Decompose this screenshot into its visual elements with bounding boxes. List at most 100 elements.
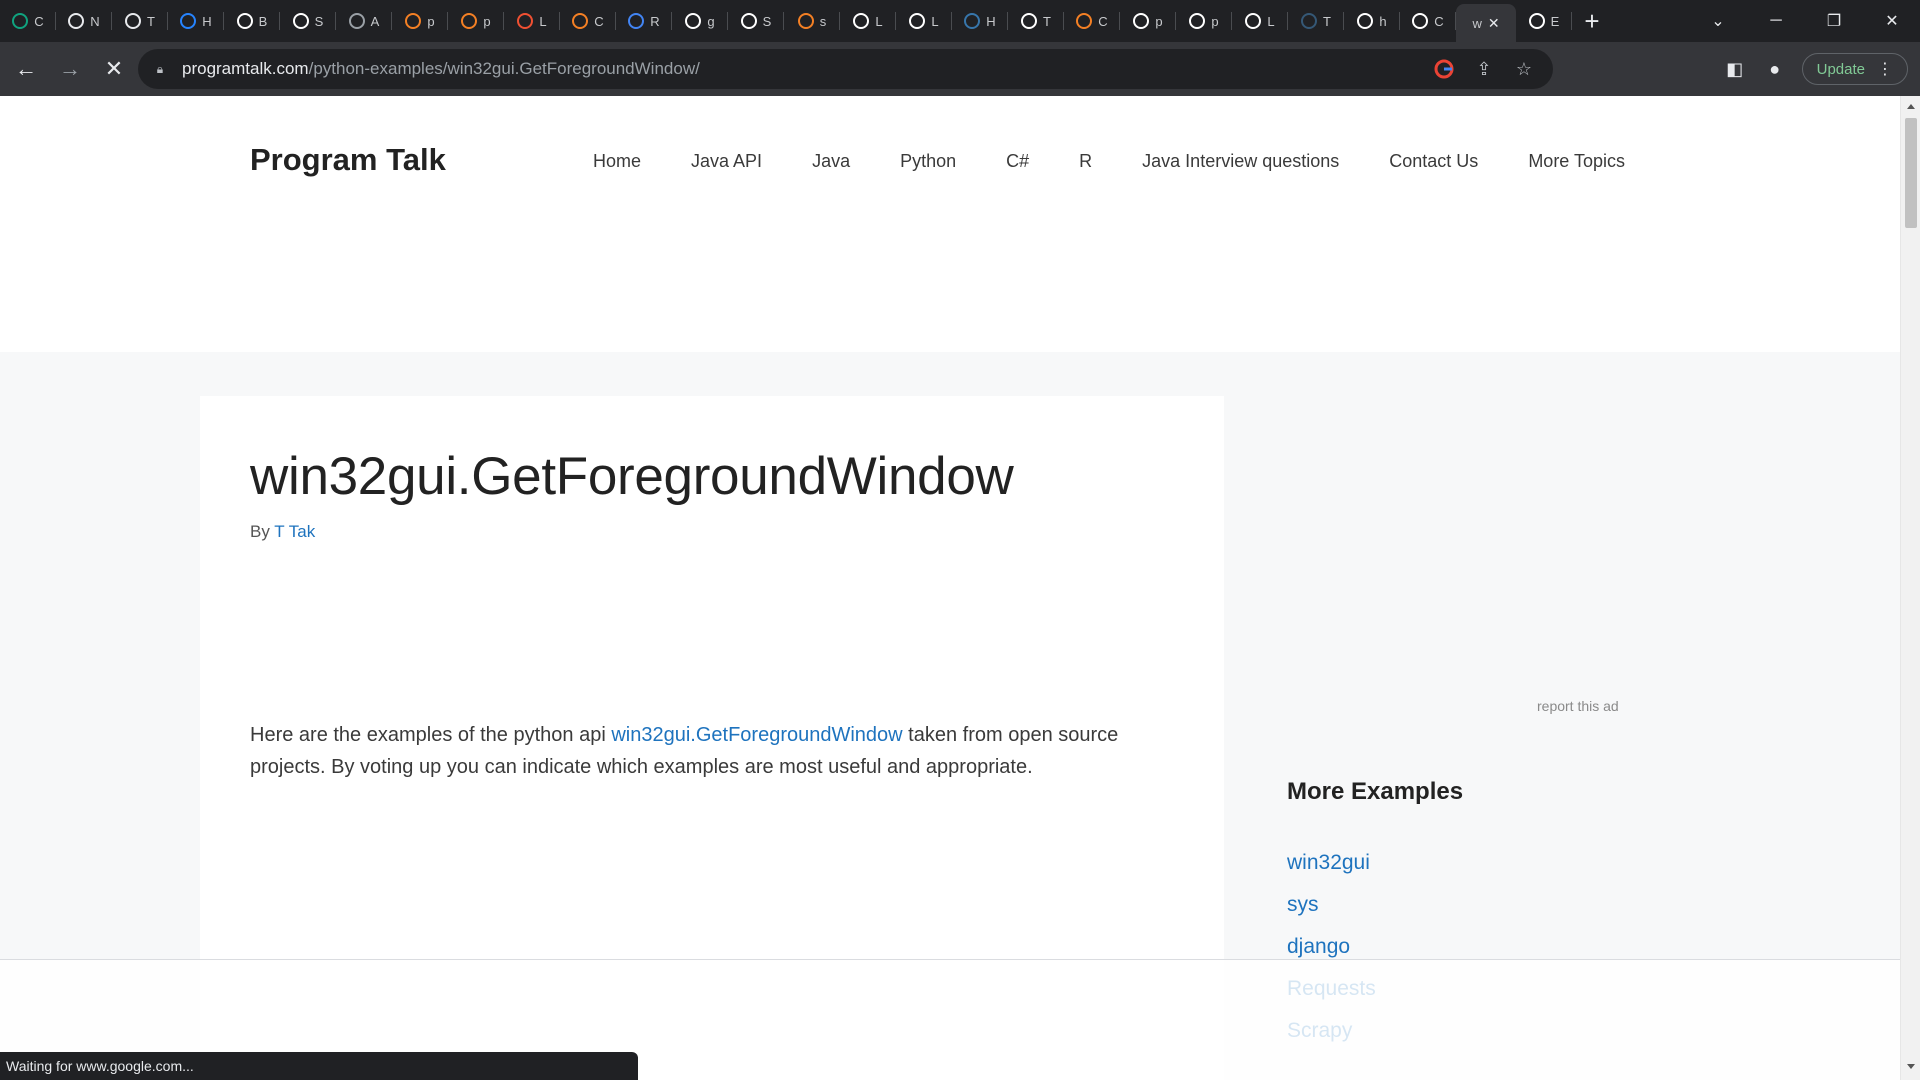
tab-title: L: [1267, 13, 1275, 29]
browser-tab[interactable]: L: [1232, 0, 1288, 42]
tab-title: L: [539, 13, 547, 29]
google-lens-icon[interactable]: [1431, 56, 1457, 82]
browser-tab[interactable]: p: [1176, 0, 1232, 42]
bookmark-star-icon[interactable]: ☆: [1511, 56, 1537, 82]
browser-tab[interactable]: H: [952, 0, 1008, 42]
byline-label: By: [250, 522, 270, 541]
browser-tab[interactable]: s: [784, 0, 840, 42]
tab-title: p: [483, 13, 491, 29]
side-panel-icon[interactable]: ◧: [1722, 56, 1748, 82]
tab-strip: C N T H B S Ap p L C Rg Ss L L H T Cp p L Th Cw ✕ E +: [0, 0, 1920, 42]
browser-tab[interactable]: C: [560, 0, 616, 42]
nav-link[interactable]: Java API: [666, 148, 787, 174]
browser-tab[interactable]: E: [1516, 0, 1572, 42]
browser-tab[interactable]: S: [728, 0, 784, 42]
api-link[interactable]: win32gui.GetForegroundWindow: [611, 724, 902, 746]
minimize-icon[interactable]: ─: [1748, 0, 1804, 42]
github-icon: [1189, 13, 1206, 29]
browser-tab[interactable]: p: [392, 0, 448, 42]
scroll-down-icon[interactable]: [1907, 1064, 1915, 1069]
browser-tab[interactable]: C: [1064, 0, 1120, 42]
nav-link[interactable]: R: [1054, 148, 1117, 174]
tab-title: C: [1434, 13, 1444, 29]
browser-toolbar: ← → ✕ 🔒︎ programtalk.com/python-examples…: [0, 42, 1920, 96]
stackoverflow-icon: [797, 13, 814, 29]
site-title[interactable]: Program Talk: [250, 142, 446, 178]
widget-title: More Examples: [1287, 778, 1464, 805]
tab-title: p: [427, 13, 435, 29]
browser-tab[interactable]: p: [448, 0, 504, 42]
nav-link[interactable]: Java Interview questions: [1117, 148, 1364, 174]
python-icon: [964, 13, 981, 29]
browser-tab[interactable]: A: [336, 0, 392, 42]
intro-paragraph: Here are the examples of the python api …: [250, 719, 1190, 783]
browser-tab[interactable]: H: [168, 0, 224, 42]
profile-avatar-icon[interactable]: ●: [1762, 56, 1788, 82]
scroll-up-icon[interactable]: [1907, 104, 1915, 109]
mail-icon: [236, 13, 253, 29]
browser-tab[interactable]: C: [0, 0, 56, 42]
back-button[interactable]: ←: [8, 51, 44, 87]
author-link[interactable]: T Tak: [274, 522, 315, 541]
google-icon: [1357, 13, 1374, 29]
browser-tab[interactable]: R: [616, 0, 672, 42]
tab-title: H: [202, 13, 212, 29]
list-item[interactable]: win32gui: [1287, 851, 1376, 893]
people-icon: [628, 13, 645, 29]
report-ad-link[interactable]: report this ad: [1537, 698, 1619, 714]
tab-search-icon[interactable]: ⌄: [1690, 0, 1746, 42]
scroll-thumb[interactable]: [1905, 118, 1917, 228]
share-icon[interactable]: ⇪: [1471, 56, 1497, 82]
tab-title: E: [1550, 13, 1560, 29]
forward-button[interactable]: →: [52, 51, 88, 87]
stackoverflow-icon: [572, 13, 589, 29]
stop-loading-button[interactable]: ✕: [96, 51, 132, 87]
browser-tab[interactable]: g: [672, 0, 728, 42]
browser-tab[interactable]: h: [1344, 0, 1400, 42]
cloud-icon: [125, 13, 142, 29]
browser-tab[interactable]: C: [1400, 0, 1456, 42]
browser-tab[interactable]: S: [280, 0, 336, 42]
new-tab-icon[interactable]: +: [1572, 0, 1612, 42]
nav-link[interactable]: Python: [875, 148, 981, 174]
page-scrollbar[interactable]: [1900, 96, 1920, 1080]
github-icon: [1133, 13, 1150, 29]
close-window-icon[interactable]: ✕: [1864, 0, 1920, 42]
browser-tab[interactable]: p: [1120, 0, 1176, 42]
browser-tab[interactable]: T: [112, 0, 168, 42]
browser-tab[interactable]: L: [840, 0, 896, 42]
google-icon: [685, 13, 702, 29]
browser-tab[interactable]: B: [224, 0, 280, 42]
more-menu-icon[interactable]: ⋮: [1877, 59, 1893, 79]
browser-tab[interactable]: L: [504, 0, 560, 42]
nav-link[interactable]: More Topics: [1503, 148, 1650, 174]
nav-link[interactable]: C#: [981, 148, 1054, 174]
tab-title: H: [986, 13, 996, 29]
browser-tab[interactable]: L: [896, 0, 952, 42]
nav-link[interactable]: Contact Us: [1364, 148, 1503, 174]
nav-link[interactable]: Java: [787, 148, 875, 174]
update-button[interactable]: Update ⋮: [1801, 53, 1908, 85]
status-bubble: Waiting for www.google.com...: [0, 1052, 638, 1080]
close-tab-icon[interactable]: ✕: [1488, 15, 1500, 32]
tab-title: N: [90, 13, 100, 29]
stackoverflow-icon: [461, 13, 478, 29]
browser-tab[interactable]: T: [1288, 0, 1344, 42]
github-icon: [1412, 13, 1429, 29]
b-icon: [909, 13, 926, 29]
list-item[interactable]: sys: [1287, 893, 1376, 935]
nav-link[interactable]: Home: [568, 148, 666, 174]
tab-title: A: [370, 13, 380, 29]
tab-title: S: [314, 13, 324, 29]
browser-tab[interactable]: N: [56, 0, 112, 42]
tab-title: R: [650, 13, 660, 29]
active-tab[interactable]: w ✕: [1456, 4, 1516, 42]
tab-title: T: [1323, 13, 1331, 29]
lock-icon[interactable]: 🔒︎: [152, 61, 168, 77]
tds-icon: [1301, 13, 1318, 29]
site-header: Program Talk Home Java API Java Python C# R Ja…: [0, 96, 1900, 352]
tab-title: w: [1472, 15, 1482, 31]
address-bar[interactable]: 🔒︎ programtalk.com/python-examples/win32…: [138, 49, 1553, 89]
browser-tab[interactable]: T: [1008, 0, 1064, 42]
restore-icon[interactable]: ❐: [1806, 0, 1862, 42]
